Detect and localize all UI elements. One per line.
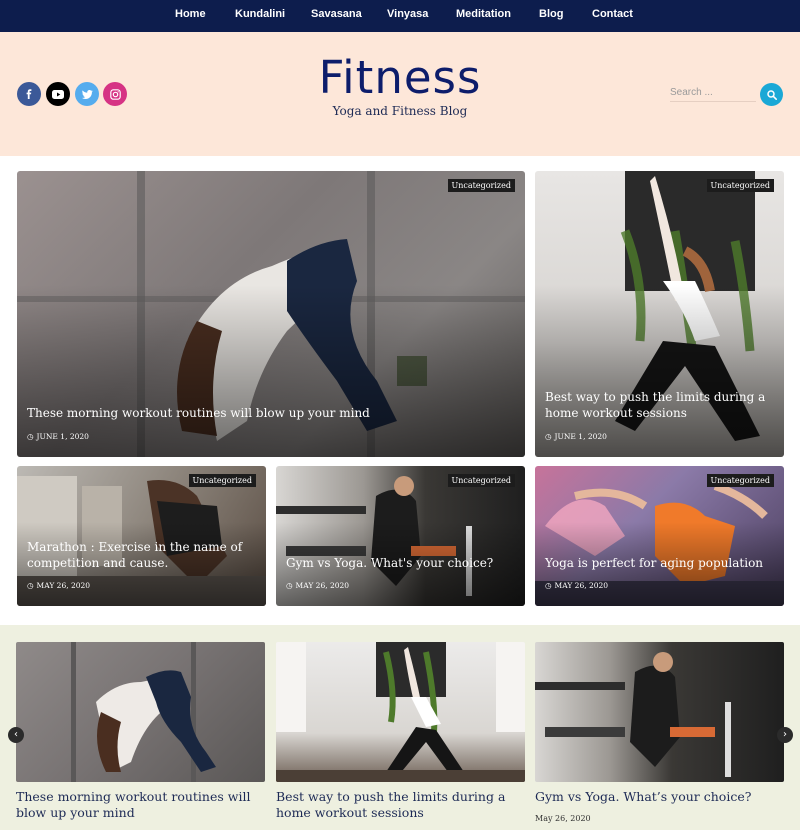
nav-savasana[interactable]: Savasana — [311, 0, 362, 32]
nav-home[interactable]: Home — [175, 0, 206, 32]
chevron-right-icon: › — [783, 729, 787, 740]
post-card[interactable]: Uncategorized Gym vs Yoga. What's your c… — [276, 466, 525, 606]
carousel-thumbnail[interactable] — [276, 642, 525, 782]
clock-icon: ◷ — [27, 432, 34, 441]
carousel-next-button[interactable]: › — [777, 727, 793, 743]
carousel-thumbnail[interactable] — [535, 642, 784, 782]
nav-blog[interactable]: Blog — [539, 0, 563, 32]
nav-meditation[interactable]: Meditation — [456, 0, 511, 32]
category-badge[interactable]: Uncategorized — [188, 474, 256, 487]
post-title[interactable]: Yoga is perfect for aging population — [545, 555, 774, 571]
search-input[interactable] — [670, 84, 756, 102]
category-badge[interactable]: Uncategorized — [447, 179, 515, 192]
top-navigation: Home Kundalini Savasana Vinyasa Meditati… — [0, 0, 800, 32]
carousel-prev-button[interactable]: ‹ — [8, 727, 24, 743]
post-card[interactable]: Uncategorized These morning workout rout… — [17, 171, 525, 457]
post-date: ◷ MAY 26, 2020 — [545, 581, 609, 590]
instagram-icon[interactable] — [103, 82, 127, 106]
site-title[interactable]: Fitness — [260, 52, 540, 104]
site-tagline: Yoga and Fitness Blog — [332, 104, 468, 118]
clock-icon: ◷ — [545, 581, 552, 590]
facebook-icon[interactable] — [17, 82, 41, 106]
carousel-image — [71, 642, 216, 782]
carousel-image — [276, 642, 525, 782]
chevron-left-icon: ‹ — [14, 729, 18, 740]
post-date: ◷ MAY 26, 2020 — [27, 581, 91, 590]
post-title[interactable]: These morning workout routines will blow… — [27, 405, 515, 421]
carousel-thumbnail[interactable] — [16, 642, 265, 782]
clock-icon: ◷ — [27, 581, 34, 590]
clock-icon: ◷ — [545, 432, 552, 441]
nav-vinyasa[interactable]: Vinyasa — [387, 0, 428, 32]
category-badge[interactable]: Uncategorized — [706, 474, 774, 487]
twitter-icon[interactable] — [75, 82, 99, 106]
carousel-post-title[interactable]: These morning workout routines will blow… — [16, 789, 265, 821]
post-title[interactable]: Best way to push the limits during a hom… — [545, 389, 774, 421]
post-card[interactable]: Uncategorized Yoga is perfect for aging … — [535, 466, 784, 606]
carousel-image — [535, 652, 731, 777]
site-header: Fitness Yoga and Fitness Blog — [0, 32, 800, 156]
search-icon — [766, 89, 777, 100]
carousel-post-title[interactable]: Gym vs Yoga. What’s your choice? — [535, 789, 784, 805]
image-overlay — [17, 285, 525, 457]
nav-contact[interactable]: Contact — [592, 0, 633, 32]
clock-icon: ◷ — [286, 581, 293, 590]
search-button[interactable] — [760, 83, 783, 106]
post-card[interactable]: Uncategorized Best way to push the limit… — [535, 171, 784, 457]
youtube-icon[interactable] — [46, 82, 70, 106]
post-date: ◷ JUNE 1, 2020 — [545, 432, 607, 441]
post-date: ◷ JUNE 1, 2020 — [27, 432, 89, 441]
carousel-post-title[interactable]: Best way to push the limits during a hom… — [276, 789, 525, 821]
nav-kundalini[interactable]: Kundalini — [235, 0, 285, 32]
post-title[interactable]: Gym vs Yoga. What's your choice? — [286, 555, 515, 571]
carousel-post-date: May 26, 2020 — [535, 814, 591, 823]
category-badge[interactable]: Uncategorized — [447, 474, 515, 487]
post-title[interactable]: Marathon : Exercise in the name of compe… — [27, 539, 256, 571]
post-date: ◷ MAY 26, 2020 — [286, 581, 350, 590]
category-badge[interactable]: Uncategorized — [706, 179, 774, 192]
post-card[interactable]: Uncategorized Marathon : Exercise in the… — [17, 466, 266, 606]
